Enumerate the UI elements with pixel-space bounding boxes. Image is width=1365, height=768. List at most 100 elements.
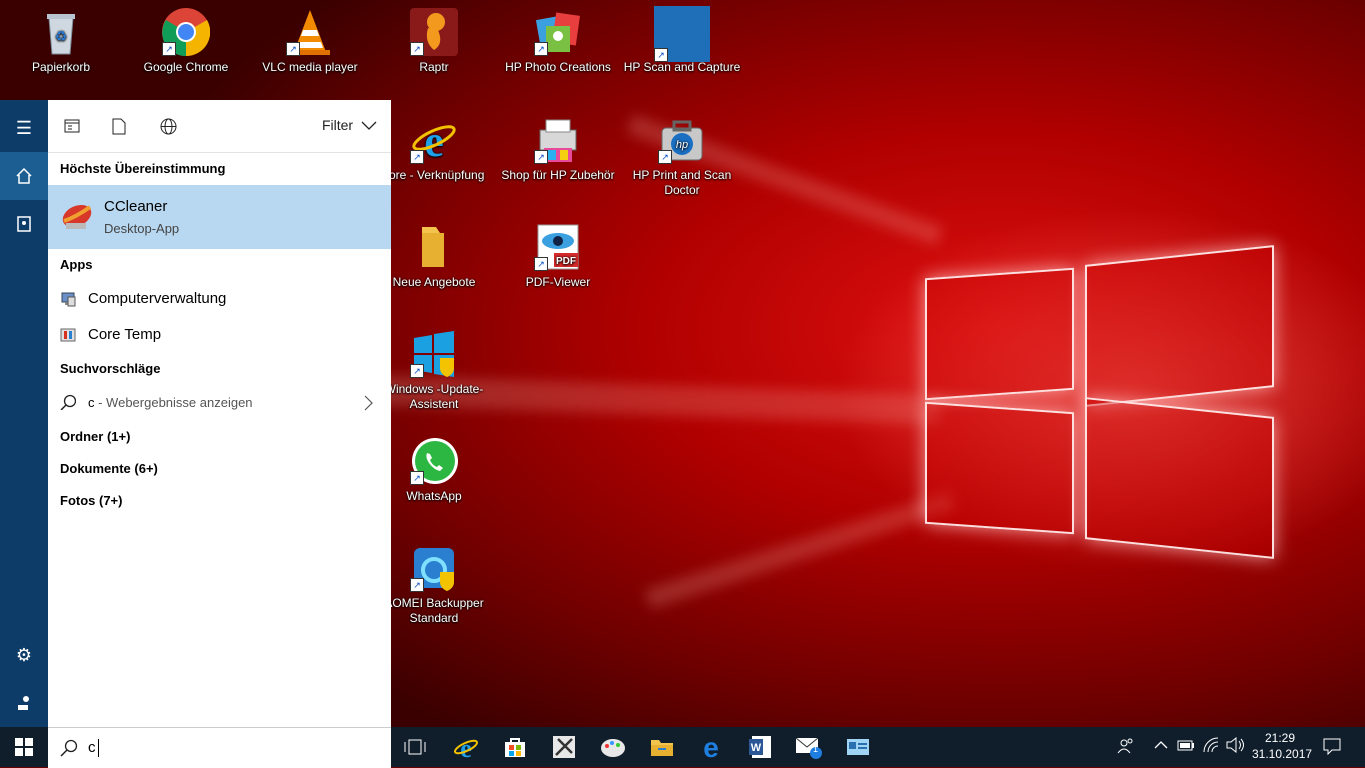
- category-documents[interactable]: Dokumente (6+): [48, 453, 391, 485]
- chevron-right-icon: [364, 395, 373, 411]
- taskbar-paint[interactable]: [599, 733, 627, 761]
- internet-explorer-icon: e: [453, 734, 479, 760]
- core-temp-icon: [60, 328, 76, 342]
- clock-date: 31.10.2017: [1252, 747, 1313, 761]
- search-icon: [60, 739, 78, 757]
- taskbar-app-tool[interactable]: [550, 733, 578, 761]
- desktop-icon-pdf-viewer[interactable]: PDF ↗ PDF-Viewer: [498, 223, 618, 290]
- svg-text:e: e: [703, 734, 719, 760]
- people-icon: [1117, 738, 1133, 754]
- desktop-icon-chrome[interactable]: ↗ Google Chrome: [126, 8, 246, 75]
- whatsapp-icon: ↗: [410, 437, 458, 485]
- desktop-icon-vlc[interactable]: ↗ VLC media player: [250, 8, 370, 75]
- home-button[interactable]: [0, 152, 48, 200]
- text-cursor: [98, 739, 99, 757]
- hp-scan-icon: ↗: [654, 6, 710, 62]
- show-hidden-icons-button[interactable]: [1154, 737, 1168, 756]
- desktop-icon-aomei-backupper[interactable]: ↗ AOMEI Backupper Standard: [374, 544, 494, 626]
- feedback-button[interactable]: [0, 679, 48, 727]
- desktop-icon-raptr[interactable]: ↗ Raptr: [374, 8, 494, 75]
- edge-icon: e: [703, 734, 719, 760]
- apps-heading: Apps: [60, 257, 93, 272]
- mail-badge-count: 1: [813, 744, 819, 754]
- desktop-icon-label: HP Scan and Capture: [623, 60, 741, 74]
- clock-time: 21:29: [1264, 731, 1296, 745]
- desktop-icon-label: Papierkorb: [31, 60, 91, 74]
- desktop-icon-recycle-bin[interactable]: ♻ Papierkorb: [1, 8, 121, 75]
- hp-photo-icon: ↗: [534, 8, 582, 56]
- wifi-icon: [1203, 737, 1219, 753]
- notification-icon: [1323, 738, 1341, 756]
- start-button[interactable]: [0, 727, 48, 767]
- vlc-cone-icon: ↗: [286, 8, 334, 56]
- desktop-icon-label: WhatsApp: [406, 489, 462, 503]
- people-button[interactable]: [1117, 737, 1135, 758]
- search-icon: [60, 394, 76, 410]
- web-filter-button[interactable]: [156, 114, 180, 138]
- start-menu-rail: ☰ ⚙: [0, 100, 48, 727]
- suggestions-heading: Suchvorschläge: [60, 361, 161, 376]
- app-result-computerverwaltung[interactable]: Computerverwaltung: [48, 281, 391, 317]
- taskbar-store[interactable]: [501, 733, 529, 761]
- desktop-icon-label: Raptr: [419, 60, 449, 74]
- best-match-result-ccleaner[interactable]: CCleaner Desktop-App: [48, 185, 391, 249]
- clock[interactable]: 21:29 31.10.2017: [1252, 730, 1313, 762]
- chrome-icon: ↗: [162, 8, 211, 57]
- svg-text:hp: hp: [676, 139, 688, 151]
- desktop-icon-hp-print-doctor[interactable]: hp ↗ HP Print and Scan Doctor: [622, 116, 742, 198]
- task-view-button[interactable]: [401, 733, 429, 761]
- mail-icon: [795, 737, 822, 759]
- network-indicator[interactable]: [1202, 737, 1220, 756]
- taskbar-internet-explorer[interactable]: e: [452, 733, 480, 761]
- desktop-icon-label: HP Print and Scan Doctor: [632, 168, 732, 197]
- desktop-icon-label: Shop für HP Zubehör: [501, 168, 615, 182]
- desktop-icon-label: Neue Angebote: [392, 275, 476, 289]
- web-suggestion-row[interactable]: c - Webergebnisse anzeigen: [48, 385, 391, 421]
- volume-indicator[interactable]: [1225, 736, 1245, 756]
- taskbar-file-explorer[interactable]: [648, 733, 676, 761]
- desktop-icon-whatsapp[interactable]: ↗ WhatsApp: [374, 437, 494, 504]
- speaker-icon: [1226, 736, 1244, 754]
- notebook-button[interactable]: [0, 200, 48, 248]
- battery-indicator[interactable]: [1177, 738, 1195, 755]
- documents-filter-button[interactable]: [107, 114, 131, 138]
- recycle-bin-icon: ♻: [37, 8, 85, 56]
- aomei-backupper-icon: ↗: [410, 544, 458, 592]
- category-photos[interactable]: Fotos (7+): [48, 485, 391, 517]
- desktop-icon-hp-scan[interactable]: ↗ HP Scan and Capture: [622, 6, 742, 75]
- chevron-up-icon: [1154, 741, 1168, 749]
- desktop-icon-label: HP Photo Creations: [505, 60, 611, 74]
- tool-app-icon: [553, 736, 575, 758]
- filter-dropdown[interactable]: Filter: [322, 117, 377, 133]
- category-folders[interactable]: Ordner (1+): [48, 421, 391, 453]
- action-center-button[interactable]: [1322, 737, 1342, 758]
- settings-button[interactable]: ⚙: [0, 631, 48, 679]
- hamburger-menu-button[interactable]: ☰: [0, 104, 48, 152]
- desktop-icon-neue-angebote[interactable]: Neue Angebote: [374, 223, 494, 290]
- taskbar-word[interactable]: W: [746, 733, 774, 761]
- best-match-heading: Höchste Übereinstimmung: [60, 161, 226, 176]
- paint-palette-icon: [601, 739, 625, 757]
- app-result-core-temp[interactable]: Core Temp: [48, 317, 391, 353]
- computer-management-icon: [61, 292, 76, 307]
- desktop-icon-label: Google Chrome: [143, 60, 229, 74]
- internet-explorer-icon: e ↗: [410, 116, 458, 166]
- taskbar-app-card[interactable]: [844, 733, 872, 761]
- svg-text:e: e: [424, 117, 444, 164]
- app-result-label: Computerverwaltung: [88, 290, 227, 307]
- folder-icon: [651, 740, 673, 756]
- search-input[interactable]: c: [88, 739, 96, 756]
- apps-filter-button[interactable]: [60, 114, 84, 138]
- app-result-label: Core Temp: [88, 326, 162, 343]
- taskbar-edge[interactable]: e: [697, 733, 725, 761]
- desktop-icon-label: PDF-Viewer: [525, 275, 591, 289]
- desktop-icon-label: Windows -Update-Assistent: [384, 382, 484, 411]
- contact-card-icon: [847, 739, 869, 755]
- desktop-icon-hp-shop[interactable]: ↗ Shop für HP Zubehör: [498, 116, 618, 183]
- taskbar-mail[interactable]: 1: [795, 733, 823, 761]
- taskbar-search-box[interactable]: c: [48, 727, 391, 768]
- desktop-icon-hp-photo-creations[interactable]: ↗ HP Photo Creations: [498, 8, 618, 75]
- desktop-icon-windows-update-assistant[interactable]: ↗ Windows -Update-Assistent: [374, 330, 494, 412]
- light-beam: [644, 491, 956, 609]
- desktop-icon-internet-explorer[interactable]: e ↗ plore - Verknüpfung: [374, 116, 494, 183]
